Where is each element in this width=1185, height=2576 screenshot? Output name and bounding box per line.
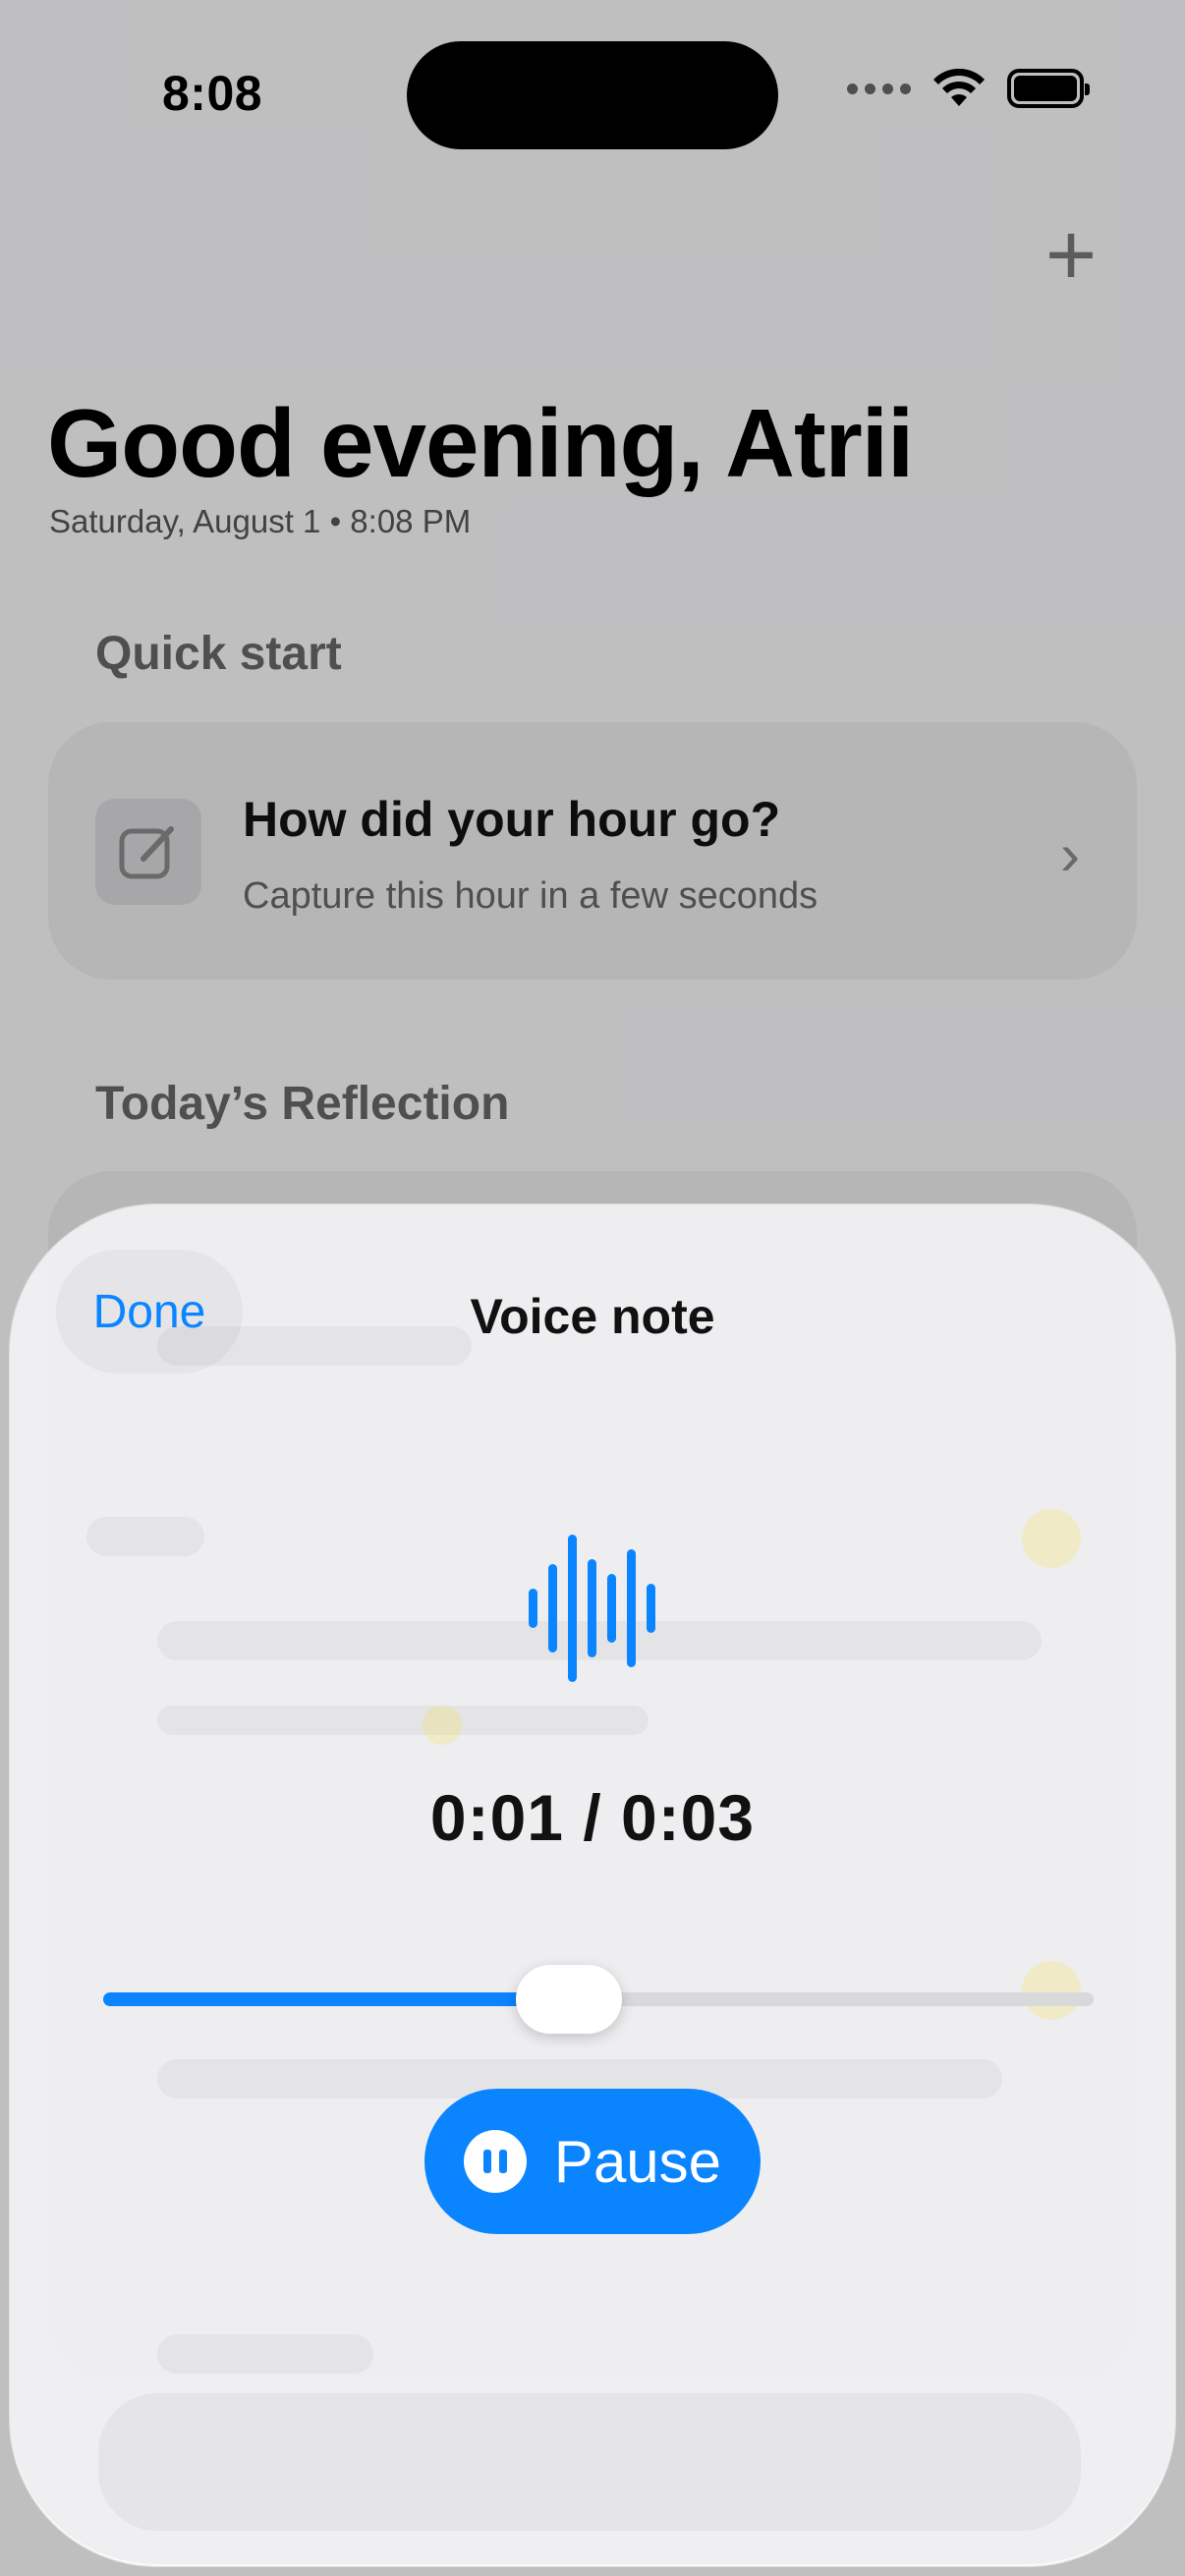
- pause-icon: [463, 2130, 527, 2193]
- voice-note-sheet: Done Voice note 0:01 / 0:03 Pause: [10, 1204, 1175, 2566]
- blurred-content: [86, 1517, 204, 1556]
- playback-slider[interactable]: [103, 1963, 1094, 2034]
- blurred-content: [1022, 1509, 1081, 1568]
- waveform-icon: [529, 1535, 655, 1682]
- blurred-tab-bar: [98, 2393, 1081, 2531]
- blurred-content: [423, 1706, 462, 1745]
- slider-progress: [103, 1992, 569, 2006]
- playback-timer: 0:01 / 0:03: [429, 1781, 756, 1854]
- blurred-content: [157, 1706, 649, 1735]
- sheet-title: Voice note: [470, 1289, 715, 1344]
- slider-thumb[interactable]: [515, 1965, 622, 2034]
- blurred-content: [157, 2334, 373, 2374]
- pause-label: Pause: [553, 2128, 722, 2195]
- pause-button[interactable]: Pause: [424, 2089, 761, 2234]
